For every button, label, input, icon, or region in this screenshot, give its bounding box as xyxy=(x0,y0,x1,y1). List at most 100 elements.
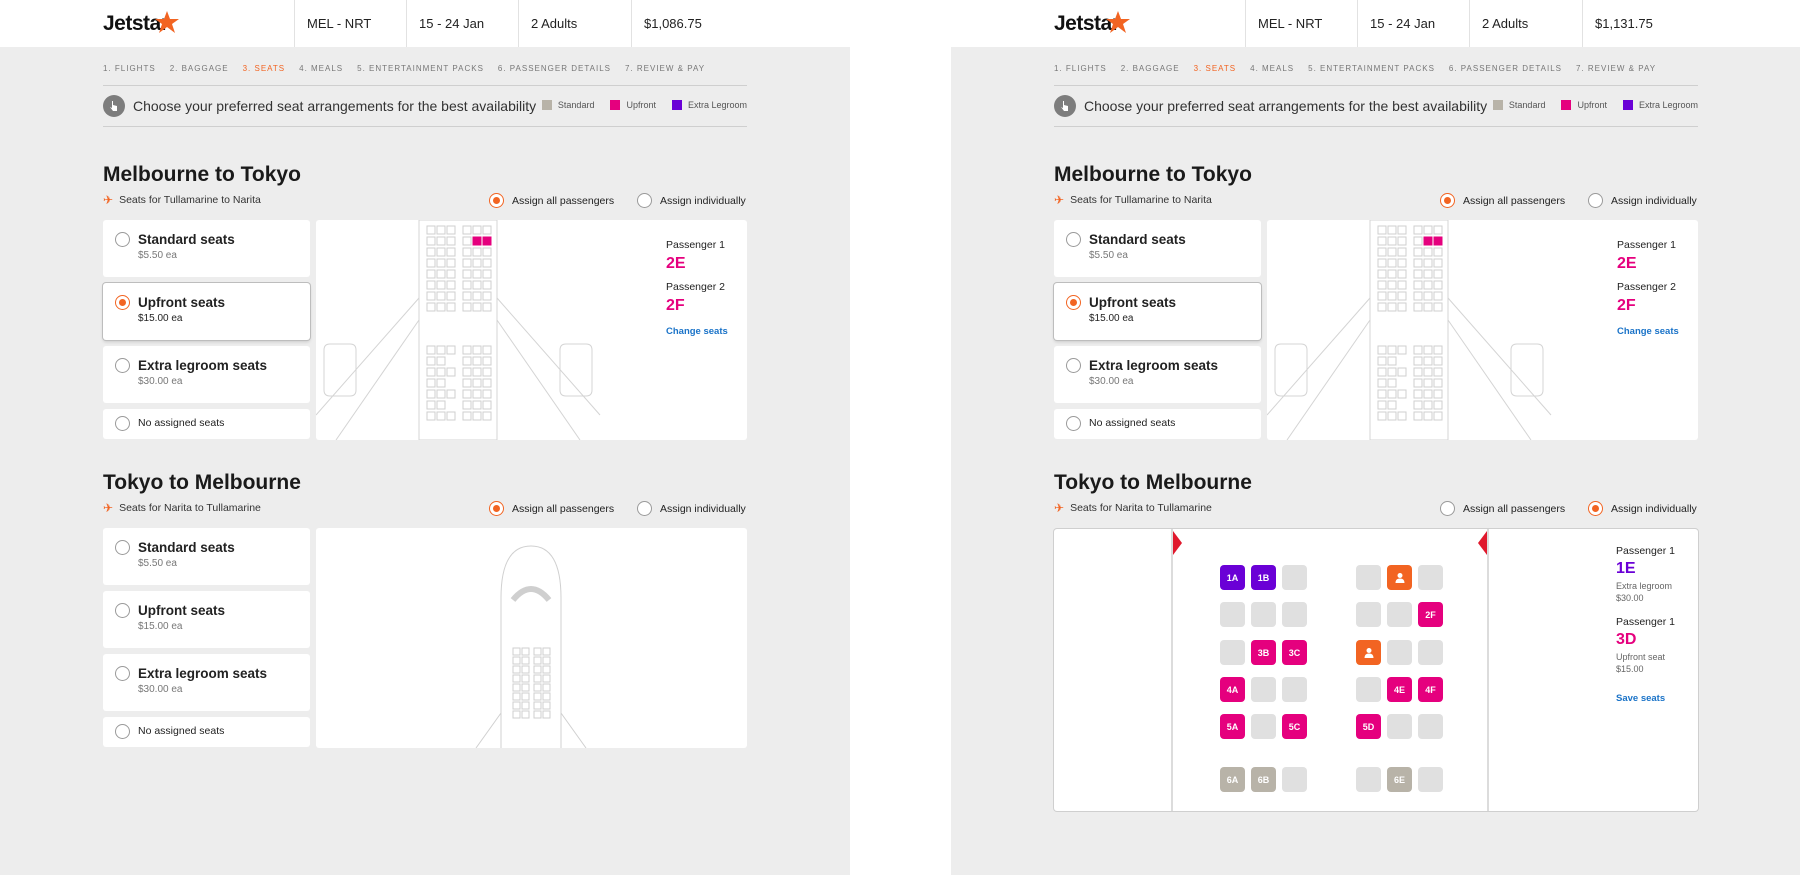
option-upfront-seats[interactable]: Upfront seats $15.00 ea xyxy=(1054,283,1261,340)
available-seat[interactable] xyxy=(1387,714,1412,739)
option-extra-legroom-seats[interactable]: Extra legroom seats $30.00 ea xyxy=(1054,346,1261,403)
seat-selection-map[interactable]: 1A 1B 2F 3B 3C 4A 4E 4F 5A 5C 5D 6A 6B 6E Passenger 1… xyxy=(1054,529,1698,811)
seat-4e[interactable]: 4E xyxy=(1387,677,1412,702)
route-summary[interactable]: MEL - NRT xyxy=(294,0,406,47)
available-seat[interactable] xyxy=(1282,677,1307,702)
option-radio[interactable] xyxy=(1066,295,1081,310)
assign-all-radio[interactable] xyxy=(489,193,504,208)
seatmap-overview[interactable]: Passenger 1 2E Passenger 2 2F Change sea… xyxy=(1267,220,1698,440)
option-standard-seats[interactable]: Standard seats $5.50 ea xyxy=(103,528,310,585)
assign-all-option[interactable]: Assign all passengers xyxy=(489,501,614,516)
option-no-assigned-seats[interactable]: No assigned seats xyxy=(103,717,310,747)
option-radio[interactable] xyxy=(115,232,130,247)
seat-3c[interactable]: 3C xyxy=(1282,640,1307,665)
assign-individually-radio[interactable] xyxy=(637,501,652,516)
seat-4f[interactable]: 4F xyxy=(1418,677,1443,702)
assign-individually-radio[interactable] xyxy=(637,193,652,208)
step-entertainment[interactable]: 5. ENTERTAINMENT PACKS xyxy=(1308,64,1435,73)
occupied-seat[interactable] xyxy=(1387,565,1412,590)
step-entertainment[interactable]: 5. ENTERTAINMENT PACKS xyxy=(357,64,484,73)
seat-3b[interactable]: 3B xyxy=(1251,640,1276,665)
jetstar-logo[interactable]: Jetstar xyxy=(0,0,294,47)
option-no-assigned-seats[interactable]: No assigned seats xyxy=(103,409,310,439)
seat-6e[interactable]: 6E xyxy=(1387,767,1412,792)
available-seat[interactable] xyxy=(1282,767,1307,792)
option-extra-legroom-seats[interactable]: Extra legroom seats $30.00 ea xyxy=(103,654,310,711)
available-seat[interactable] xyxy=(1356,602,1381,627)
available-seat[interactable] xyxy=(1251,677,1276,702)
option-extra-legroom-seats[interactable]: Extra legroom seats $30.00 ea xyxy=(103,346,310,403)
dates-summary[interactable]: 15 - 24 Jan xyxy=(406,0,518,47)
step-baggage[interactable]: 2. BAGGAGE xyxy=(170,64,229,73)
route-summary[interactable]: MEL - NRT xyxy=(1245,0,1357,47)
available-seat[interactable] xyxy=(1251,602,1276,627)
passenger-summary[interactable]: 2 Adults xyxy=(518,0,631,47)
assign-all-option[interactable]: Assign all passengers xyxy=(1440,193,1565,208)
assign-all-radio[interactable] xyxy=(489,501,504,516)
seat-5d[interactable]: 5D xyxy=(1356,714,1381,739)
assign-individually-option[interactable]: Assign individually xyxy=(1588,193,1697,208)
seat-4a[interactable]: 4A xyxy=(1220,677,1245,702)
assign-all-radio[interactable] xyxy=(1440,193,1455,208)
step-passenger-details[interactable]: 6. PASSENGER DETAILS xyxy=(1449,64,1562,73)
option-radio[interactable] xyxy=(1066,416,1081,431)
step-seats[interactable]: 3. SEATS xyxy=(1194,64,1237,73)
step-meals[interactable]: 4. MEALS xyxy=(299,64,343,73)
option-radio[interactable] xyxy=(1066,232,1081,247)
available-seat[interactable] xyxy=(1220,640,1245,665)
available-seat[interactable] xyxy=(1418,640,1443,665)
available-seat[interactable] xyxy=(1418,714,1443,739)
available-seat[interactable] xyxy=(1418,565,1443,590)
option-radio[interactable] xyxy=(115,295,130,310)
option-standard-seats[interactable]: Standard seats $5.50 ea xyxy=(1054,220,1261,277)
seat-1b[interactable]: 1B xyxy=(1251,565,1276,590)
step-flights[interactable]: 1. FLIGHTS xyxy=(103,64,156,73)
step-review-pay[interactable]: 7. REVIEW & PAY xyxy=(1576,64,1656,73)
change-seats-link[interactable]: Change seats xyxy=(1617,326,1679,337)
seat-5c[interactable]: 5C xyxy=(1282,714,1307,739)
option-upfront-seats[interactable]: Upfront seats $15.00 ea xyxy=(103,591,310,648)
option-radio[interactable] xyxy=(115,416,130,431)
available-seat[interactable] xyxy=(1282,565,1307,590)
seat-6b[interactable]: 6B xyxy=(1251,767,1276,792)
available-seat[interactable] xyxy=(1387,640,1412,665)
assign-individually-option[interactable]: Assign individually xyxy=(637,193,746,208)
available-seat[interactable] xyxy=(1282,602,1307,627)
assign-individually-option[interactable]: Assign individually xyxy=(1588,501,1697,516)
assign-all-option[interactable]: Assign all passengers xyxy=(489,193,614,208)
option-radio[interactable] xyxy=(115,540,130,555)
assign-individually-radio[interactable] xyxy=(1588,501,1603,516)
assign-individually-radio[interactable] xyxy=(1588,193,1603,208)
seatmap-overview[interactable]: Passenger 1 2E Passenger 2 2F Change sea… xyxy=(316,220,747,440)
option-radio[interactable] xyxy=(115,724,130,739)
available-seat[interactable] xyxy=(1418,767,1443,792)
step-review-pay[interactable]: 7. REVIEW & PAY xyxy=(625,64,705,73)
step-passenger-details[interactable]: 6. PASSENGER DETAILS xyxy=(498,64,611,73)
available-seat[interactable] xyxy=(1356,565,1381,590)
step-seats[interactable]: 3. SEATS xyxy=(243,64,286,73)
change-seats-link[interactable]: Change seats xyxy=(666,326,728,337)
step-meals[interactable]: 4. MEALS xyxy=(1250,64,1294,73)
available-seat[interactable] xyxy=(1251,714,1276,739)
seat-5a[interactable]: 5A xyxy=(1220,714,1245,739)
passenger-summary[interactable]: 2 Adults xyxy=(1469,0,1582,47)
seat-1a[interactable]: 1A xyxy=(1220,565,1245,590)
jetstar-logo[interactable]: Jetstar xyxy=(951,0,1245,47)
assign-all-option[interactable]: Assign all passengers xyxy=(1440,501,1565,516)
option-no-assigned-seats[interactable]: No assigned seats xyxy=(1054,409,1261,439)
assign-all-radio[interactable] xyxy=(1440,501,1455,516)
option-radio[interactable] xyxy=(115,358,130,373)
option-standard-seats[interactable]: Standard seats $5.50 ea xyxy=(103,220,310,277)
available-seat[interactable] xyxy=(1356,767,1381,792)
aircraft-overview[interactable] xyxy=(316,528,747,748)
option-radio[interactable] xyxy=(115,666,130,681)
dates-summary[interactable]: 15 - 24 Jan xyxy=(1357,0,1469,47)
option-radio[interactable] xyxy=(115,603,130,618)
occupied-seat[interactable] xyxy=(1356,640,1381,665)
step-baggage[interactable]: 2. BAGGAGE xyxy=(1121,64,1180,73)
available-seat[interactable] xyxy=(1356,677,1381,702)
seat-6a[interactable]: 6A xyxy=(1220,767,1245,792)
seat-2f[interactable]: 2F xyxy=(1418,602,1443,627)
available-seat[interactable] xyxy=(1220,602,1245,627)
option-radio[interactable] xyxy=(1066,358,1081,373)
